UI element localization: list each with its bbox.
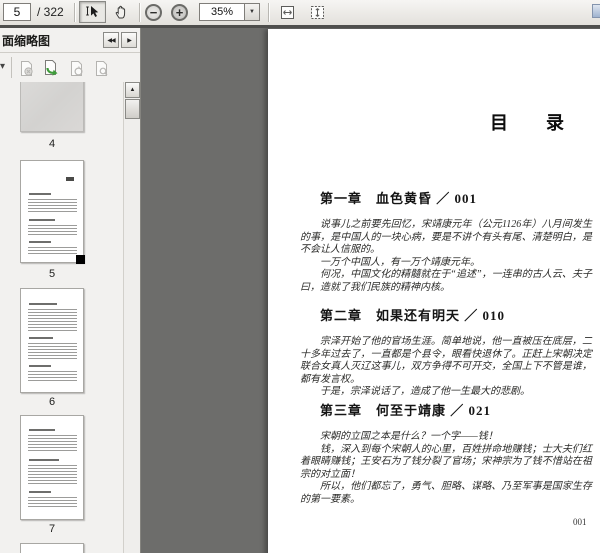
thumbnail-page-label: 5 [48, 268, 56, 280]
chapter-summary: 所以，他们都忘了，勇气、胆略、谋略、乃至军事是国家生存的第一要素。 [300, 481, 592, 505]
thumbnail-text-lines [29, 365, 51, 367]
chapter-summary: 宋朝的立国之本是什么？一个字——钱！ [320, 431, 498, 442]
cropped-icon-fragment [592, 4, 600, 18]
chapter-summary: 钱，深入到每个宋朝人的心里，百姓拼命地赚钱；士大夫们红着眼睛赚钱；王安石为了钱分… [300, 443, 592, 480]
chapter-summary: 何况，中国文化的精髓就在于“追述”，一连串的古人云、夫子曰，造就了我们民族的精神… [300, 269, 592, 293]
thumbnail-list: 4 5 6 7 [0, 82, 124, 553]
thumbnail-text-lines [29, 241, 51, 243]
thumbnail-text-lines [28, 465, 77, 485]
thumbnail-text-lines [29, 491, 51, 493]
thumbnails-scrollbar[interactable]: ▲ [123, 82, 140, 553]
thumbnail-page-5[interactable] [20, 160, 85, 264]
zoom-dropdown-button[interactable]: ▼ [244, 3, 260, 21]
hand-tool-icon [114, 4, 130, 20]
page-delete-button[interactable] [17, 58, 35, 78]
document-area[interactable]: 目 录 第一章 血色黄昏 ／ 001 说事儿之前要先回忆，宋靖康元年（公元112… [141, 28, 600, 553]
options-caret-icon[interactable]: ▾ [0, 61, 5, 72]
page-delete-icon [19, 60, 34, 77]
select-cursor-icon [85, 4, 101, 20]
thumbnails-panel-header: 面缩略图 ◀◀ ▶ [0, 28, 140, 53]
fit-page-button[interactable] [304, 1, 330, 23]
zoom-out-button[interactable]: − [145, 4, 162, 21]
thumbnail-text-lines [28, 343, 77, 359]
toc-chapter-3: 第三章 何至于靖康 ／ 021 宋朝的立国之本是什么？一个字——钱！ 钱，深入到… [300, 400, 592, 506]
hand-tool-button[interactable] [108, 1, 135, 23]
page-extract-button[interactable] [42, 58, 60, 78]
separator [11, 57, 12, 78]
thumbnail-text-lines [29, 337, 53, 339]
fit-page-icon [309, 4, 326, 21]
thumbnail-page-label: 6 [48, 396, 56, 408]
thumbnail-text-lines [29, 429, 55, 431]
chapter-heading: 第三章 何至于靖康 ／ 021 [320, 403, 492, 418]
chapter-summary: 于是，宗泽说话了，造成了他一生最大的悲剧。 [320, 386, 530, 397]
page-rotate-icon [69, 60, 84, 77]
thumbnail-page-4[interactable] [20, 82, 84, 132]
toc-chapter-2: 第二章 如果还有明天 ／ 010 宗泽开始了他的官场生涯。简单地说，他一直被压在… [300, 305, 592, 399]
document-page: 目 录 第一章 血色黄昏 ／ 001 说事儿之前要先回忆，宋靖康元年（公元112… [268, 29, 600, 553]
visible-area-marker[interactable] [76, 255, 85, 264]
toolbar-separator [139, 3, 140, 22]
select-tool-button[interactable] [79, 1, 106, 23]
thumbnails-toolbar: ▾ [0, 53, 140, 82]
scroll-up-button[interactable]: ▲ [125, 82, 140, 98]
thumbnail-page-8[interactable] [20, 543, 84, 553]
panel-back-button[interactable]: ◀◀ [103, 32, 119, 48]
panel-title: 面缩略图 [2, 34, 51, 48]
thumbnails-panel: 面缩略图 ◀◀ ▶ ▾ 4 5 6 7 ▲ [0, 28, 141, 553]
thumbnail-text-lines [28, 497, 77, 509]
thumbnail-text-lines [29, 303, 57, 305]
page-rotate-button[interactable] [67, 58, 85, 78]
page-folio-number: 001 [573, 517, 587, 527]
fit-width-icon [279, 4, 296, 21]
chapter-summary: 宗泽开始了他的官场生涯。简单地说，他一直被压在底层，二十多年过去了，一直都是个县… [300, 336, 592, 385]
thumbnail-text-lines [29, 193, 51, 195]
thumbnail-page-label: 4 [48, 138, 56, 150]
toolbar-separator [268, 3, 269, 22]
scrollbar-thumb[interactable] [125, 99, 140, 119]
thumbnail-text-lines [28, 309, 77, 331]
thumbnail-text-lines [29, 219, 55, 221]
thumbnail-text-lines [28, 225, 77, 237]
page-number-input[interactable] [3, 3, 31, 21]
thumbnail-text-lines [28, 371, 77, 383]
thumbnail-text-lines [29, 459, 59, 461]
chapter-heading: 第二章 如果还有明天 ／ 010 [320, 308, 506, 323]
toc-title: 目 录 [490, 113, 574, 133]
zoom-in-button[interactable]: + [171, 4, 188, 21]
top-toolbar: / 322 − + ▼ [0, 0, 600, 28]
zoom-level-input[interactable] [199, 3, 244, 21]
thumbnail-page-6[interactable] [20, 288, 84, 393]
thumbnail-text-lines [28, 247, 77, 256]
fit-width-button[interactable] [274, 1, 300, 23]
toolbar-separator [74, 3, 75, 22]
thumbnail-text-lines [28, 435, 77, 453]
thumbnail-text-lines [28, 199, 77, 213]
page-magnify-button[interactable] [92, 58, 110, 78]
chapter-summary: 说事儿之前要先回忆，宋靖康元年（公元1126年）八月间发生的事，是中国人的一块心… [300, 219, 592, 255]
thumbnail-text-lines [66, 177, 74, 181]
chapter-summary: 一万个中国人，有一万个靖康元年。 [320, 256, 480, 268]
thumbnail-page-7[interactable] [20, 415, 84, 520]
page-extract-icon [43, 59, 59, 77]
page-total-label: / 322 [37, 5, 64, 19]
thumbnail-page-label: 7 [48, 523, 56, 535]
chapter-heading: 第一章 血色黄昏 ／ 001 [320, 191, 478, 206]
page-magnify-icon [94, 60, 109, 77]
toc-chapter-1: 第一章 血色黄昏 ／ 001 说事儿之前要先回忆，宋靖康元年（公元1126年）八… [300, 188, 592, 294]
panel-forward-button[interactable]: ▶ [121, 32, 137, 48]
